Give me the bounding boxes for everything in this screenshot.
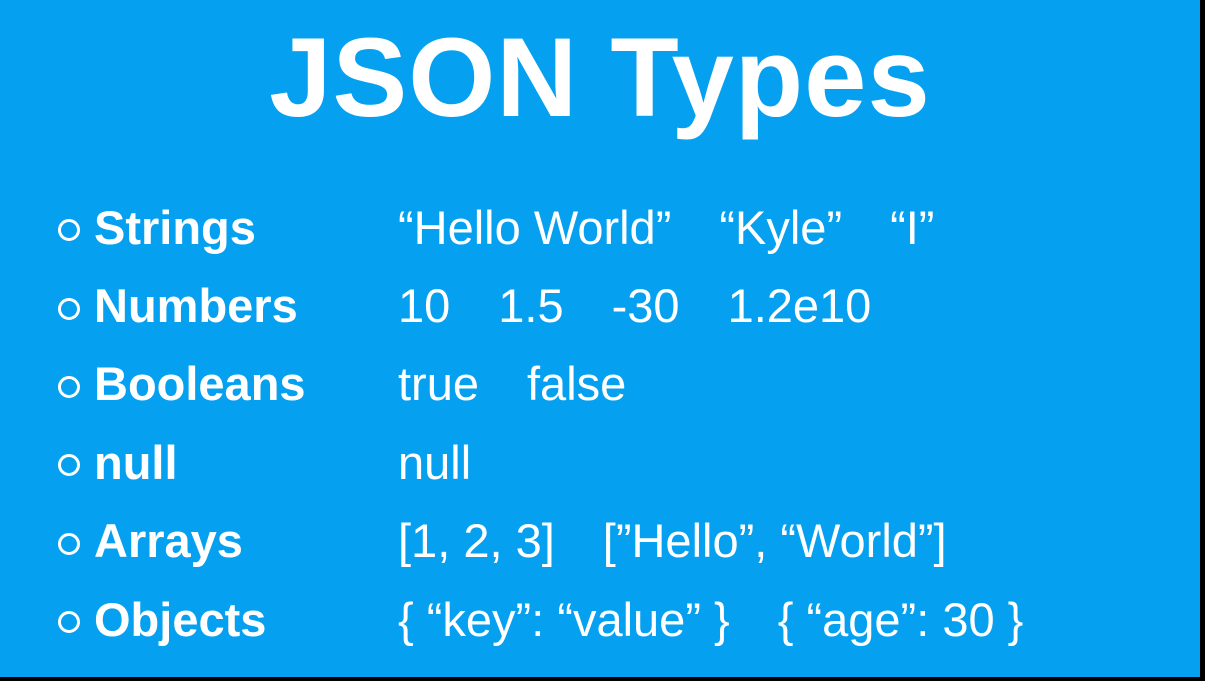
example-value: { “key”: “value” } (398, 592, 730, 646)
example-value: 1.5 (498, 279, 564, 333)
type-label: Booleans (94, 357, 306, 411)
example-value: 10 (398, 279, 451, 333)
bullet-icon (58, 527, 94, 555)
type-list: Strings “Hello World” “Kyle” “I” Numbers… (58, 188, 1188, 658)
type-label: Arrays (94, 514, 243, 568)
type-examples: “Hello World” “Kyle” “I” (398, 200, 934, 255)
bullet-icon (58, 605, 94, 634)
list-item-booleans: Booleans true false (58, 345, 1188, 423)
type-examples: { “key”: “value” } { “age”: 30 } (398, 592, 1023, 647)
example-value: true (398, 357, 479, 411)
type-examples: true false (398, 356, 626, 411)
type-examples: [1, 2, 3] [”Hello”, “World”] (398, 513, 947, 568)
list-item-arrays: Arrays [1, 2, 3] [”Hello”, “World”] (58, 502, 1188, 580)
example-value: “Kyle” (719, 200, 843, 254)
slide: JSON Types Strings “Hello World” “Kyle” … (0, 0, 1200, 677)
example-value: 1.2e10 (727, 279, 872, 333)
slide-title: JSON Types (269, 15, 931, 140)
type-label: Numbers (94, 279, 298, 333)
type-examples: 10 1.5 -30 1.2e10 (398, 278, 871, 333)
type-label: null (94, 435, 178, 489)
bullet-icon (58, 213, 94, 242)
list-item-null: null null (58, 423, 1188, 501)
type-label: Strings (94, 200, 256, 254)
type-examples: null (398, 435, 471, 490)
example-value: -30 (611, 279, 680, 333)
example-value: [”Hello”, “World”] (602, 514, 947, 568)
list-item-objects: Objects { “key”: “value” } { “age”: 30 } (58, 580, 1188, 658)
example-value: “I” (890, 200, 935, 254)
example-value: [1, 2, 3] (398, 514, 555, 568)
bullet-icon (58, 448, 94, 477)
bullet-icon (58, 292, 94, 320)
bullet-icon (58, 370, 94, 398)
example-value: “Hello World” (398, 200, 672, 254)
example-value: false (527, 357, 627, 411)
list-item-strings: Strings “Hello World” “Kyle” “I” (58, 188, 1188, 266)
example-value: null (398, 435, 472, 489)
example-value: { “age”: 30 } (777, 592, 1024, 646)
list-item-numbers: Numbers 10 1.5 -30 1.2e10 (58, 266, 1188, 344)
type-label: Objects (94, 592, 267, 646)
